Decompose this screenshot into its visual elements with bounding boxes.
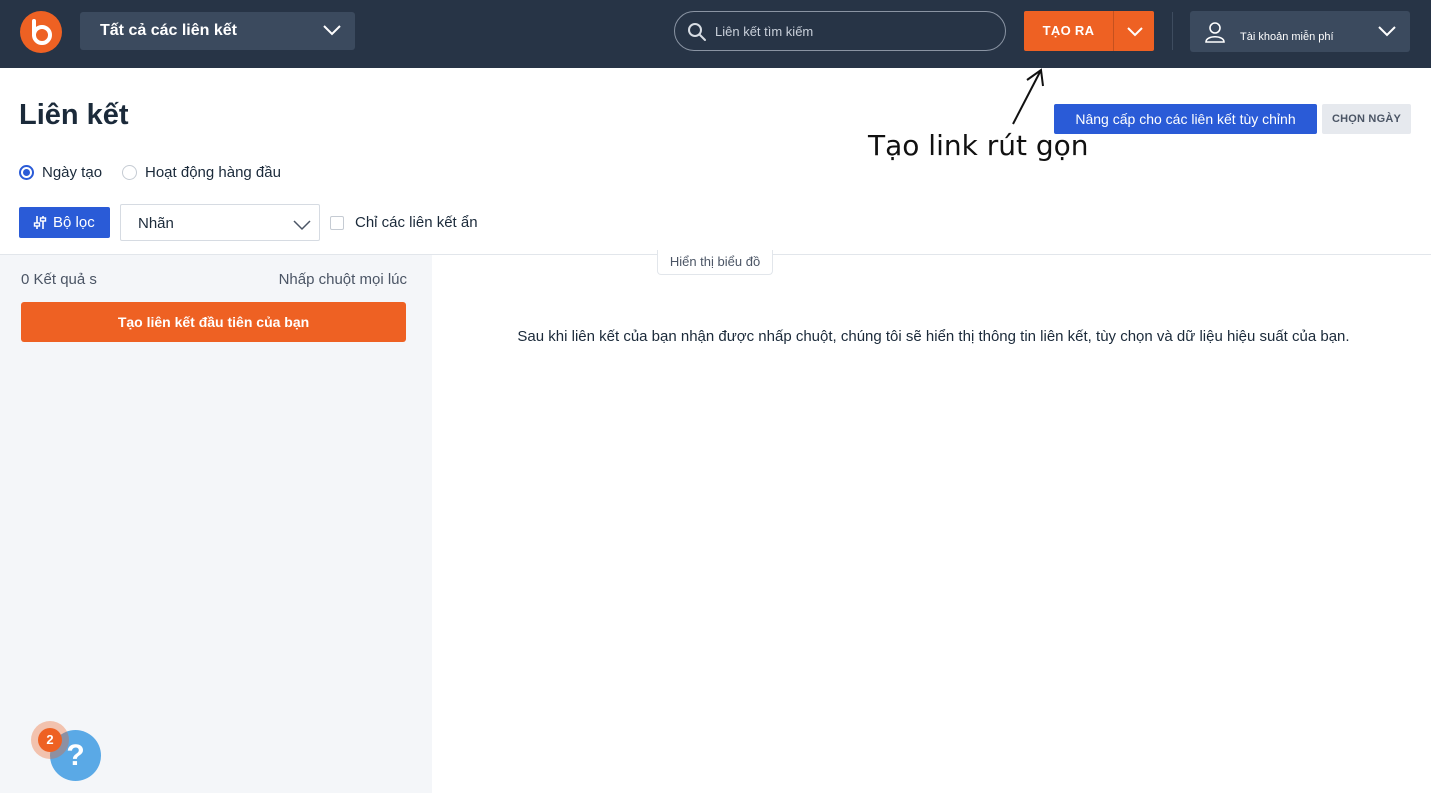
create-options-dropdown[interactable]	[1114, 11, 1154, 51]
chevron-down-icon	[1127, 27, 1143, 37]
filter-button[interactable]: Bộ lọc	[19, 207, 110, 238]
search-input[interactable]	[715, 21, 995, 41]
account-menu[interactable]: Tài khoản miễn phí	[1190, 11, 1410, 52]
upgrade-custom-links-button[interactable]: Nâng cấp cho các liên kết tùy chỉnh	[1054, 104, 1317, 134]
arrow-annotation-icon	[1012, 68, 1044, 125]
search-box	[674, 11, 1006, 51]
all-links-dropdown[interactable]: Tất cả các liên kết	[80, 12, 355, 50]
show-chart-toggle[interactable]: Hiển thị biểu đồ	[657, 250, 773, 275]
radio-selected-icon	[19, 165, 34, 180]
nav-divider	[1172, 12, 1173, 50]
tag-select-value: Nhãn	[138, 215, 174, 232]
sort-radio-label: Ngày tạo	[42, 164, 103, 181]
choose-date-button[interactable]: CHỌN NGÀY	[1322, 104, 1411, 134]
all-links-label: Tất cả các liên kết	[100, 22, 237, 39]
checkbox-icon	[330, 216, 344, 230]
radio-unselected-icon	[122, 165, 137, 180]
sort-radio-label: Hoạt động hàng đầu	[145, 164, 281, 181]
user-icon	[1205, 22, 1225, 43]
filter-sliders-icon	[33, 216, 47, 229]
top-navigation-bar: Tất cả các liên kết TẠO RA Tài khoản miễ…	[0, 0, 1431, 68]
create-first-link-button[interactable]: Tạo liên kết đầu tiên của bạn	[21, 302, 406, 342]
bitly-logo-icon[interactable]	[20, 11, 62, 53]
filter-button-label: Bộ lọc	[53, 214, 95, 231]
tag-select[interactable]: Nhãn	[120, 204, 320, 241]
search-icon	[688, 23, 706, 41]
account-label: Tài khoản miễn phí	[1240, 31, 1334, 43]
hidden-links-label: Chỉ các liên kết ẩn	[355, 214, 478, 231]
results-count: 0 Kết quả s	[21, 271, 97, 288]
page-title: Liên kết	[19, 99, 129, 131]
empty-state-message: Sau khi liên kết của bạn nhận được nhấp …	[517, 328, 1350, 345]
chevron-down-icon	[323, 25, 341, 36]
chevron-down-icon	[293, 220, 311, 231]
click-range-label: Nhấp chuột mọi lúc	[278, 271, 407, 288]
create-button-label: TẠO RA	[1042, 23, 1095, 38]
chevron-down-icon	[1378, 26, 1396, 37]
create-button[interactable]: TẠO RA	[1024, 11, 1154, 51]
notification-badge: 2	[38, 728, 62, 752]
